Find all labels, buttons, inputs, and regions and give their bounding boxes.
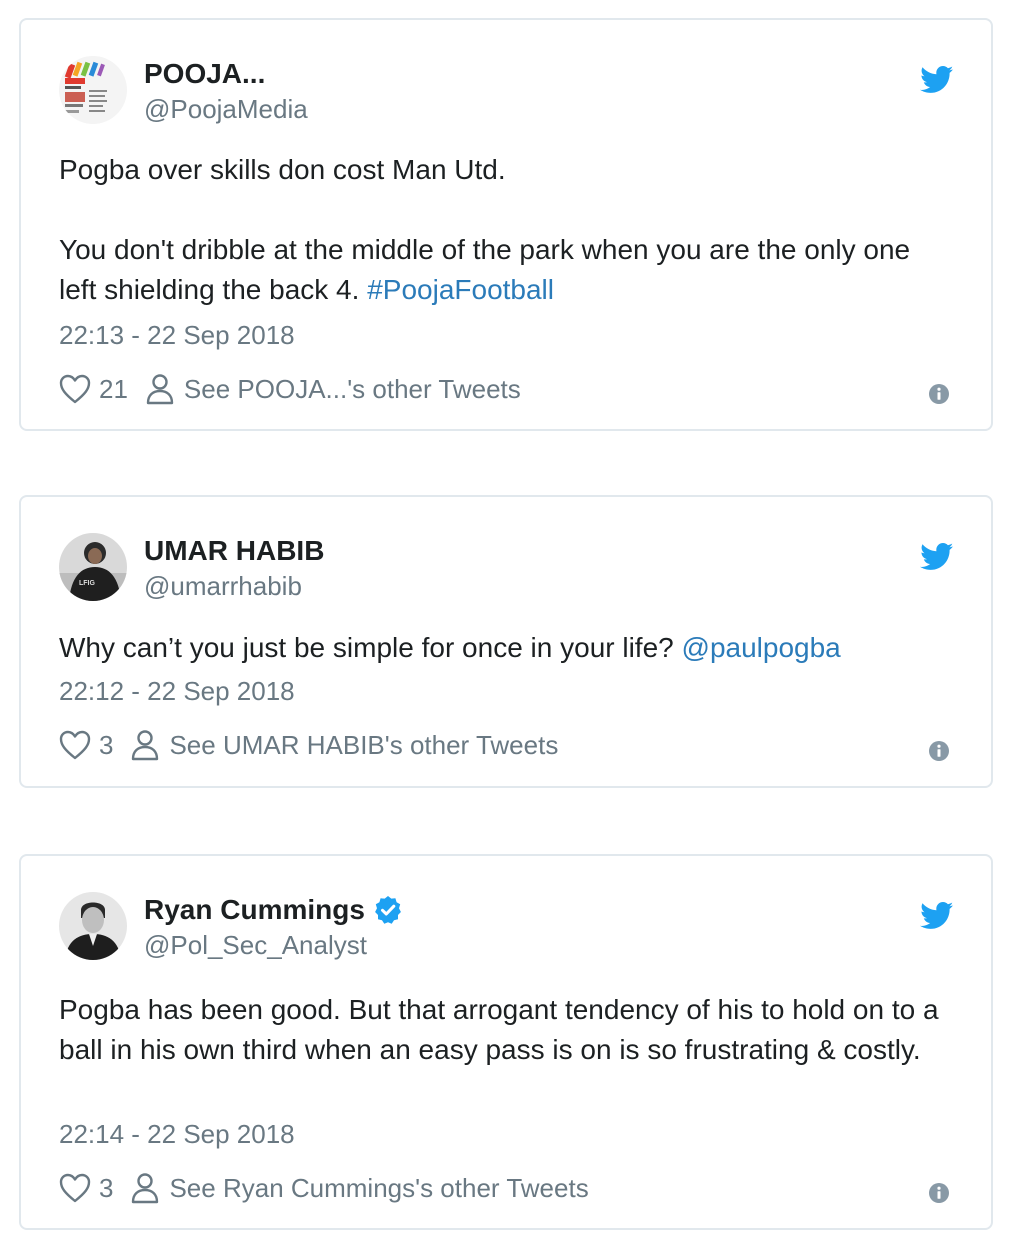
- hashtag-link[interactable]: #PoojaFootball: [367, 274, 554, 305]
- info-icon[interactable]: [929, 384, 949, 404]
- tweet-text-paragraph: You don't dribble at the middle of the p…: [59, 230, 955, 310]
- tweet-text: Pogba over skills don cost Man Utd. You …: [59, 150, 955, 310]
- avatar[interactable]: LFIG: [59, 533, 127, 601]
- tweet-card: Ryan Cummings @Pol_Sec_Analyst Pogba has…: [19, 854, 993, 1230]
- heart-icon[interactable]: [59, 730, 91, 760]
- avatar[interactable]: [59, 892, 127, 960]
- mention-link[interactable]: @paulpogba: [682, 632, 841, 663]
- person-icon: [146, 374, 174, 405]
- other-tweets-link[interactable]: See POOJA...'s other Tweets: [184, 374, 521, 405]
- tweet-text-paragraph: Pogba over skills don cost Man Utd.: [59, 154, 506, 185]
- tweet-text: Why can’t you just be simple for once in…: [59, 628, 955, 668]
- author-handle[interactable]: @umarrhabib: [144, 571, 302, 602]
- author-name[interactable]: UMAR HABIB: [144, 535, 324, 567]
- like-count[interactable]: 3: [99, 1173, 113, 1204]
- other-tweets-link[interactable]: See Ryan Cummings's other Tweets: [169, 1173, 588, 1204]
- tweet-text: Pogba has been good. But that arrogant t…: [59, 990, 955, 1070]
- twitter-bird-icon[interactable]: [920, 543, 954, 571]
- like-count[interactable]: 3: [99, 730, 113, 761]
- person-icon: [132, 730, 159, 761]
- heart-icon[interactable]: [59, 1173, 91, 1203]
- avatar[interactable]: [59, 56, 127, 124]
- heart-icon[interactable]: [59, 374, 91, 404]
- tweet-timestamp[interactable]: 22:13 - 22 Sep 2018: [59, 320, 295, 351]
- author-handle[interactable]: @Pol_Sec_Analyst: [144, 930, 367, 961]
- other-tweets-link[interactable]: See UMAR HABIB's other Tweets: [169, 730, 558, 761]
- author-handle[interactable]: @PoojaMedia: [144, 94, 308, 125]
- tweet-timestamp[interactable]: 22:14 - 22 Sep 2018: [59, 1119, 295, 1150]
- tweet-actions: 21 See POOJA...'s other Tweets: [59, 371, 521, 407]
- like-count[interactable]: 21: [99, 374, 128, 405]
- person-icon: [132, 1173, 159, 1204]
- tweet-actions: 3 See UMAR HABIB's other Tweets: [59, 727, 558, 763]
- tweet-card: POOJA... @PoojaMedia Pogba over skills d…: [19, 18, 993, 431]
- tweet-actions: 3 See Ryan Cummings's other Tweets: [59, 1170, 589, 1206]
- tweet-text-paragraph: Pogba has been good. But that arrogant t…: [59, 994, 939, 1065]
- info-icon[interactable]: [929, 741, 949, 761]
- author-name[interactable]: Ryan Cummings: [144, 894, 403, 926]
- twitter-bird-icon[interactable]: [920, 902, 954, 930]
- info-icon[interactable]: [929, 1183, 949, 1203]
- tweet-timestamp[interactable]: 22:12 - 22 Sep 2018: [59, 676, 295, 707]
- tweet-text-paragraph: Why can’t you just be simple for once in…: [59, 628, 955, 668]
- author-name[interactable]: POOJA...: [144, 58, 265, 90]
- tweet-card: LFIG UMAR HABIB @umarrhabib Why can’t yo…: [19, 495, 993, 788]
- tweet-text-span: Why can’t you just be simple for once in…: [59, 632, 674, 663]
- verified-badge-icon: [375, 896, 401, 924]
- svg-text:LFIG: LFIG: [79, 580, 95, 587]
- twitter-bird-icon[interactable]: [920, 66, 954, 94]
